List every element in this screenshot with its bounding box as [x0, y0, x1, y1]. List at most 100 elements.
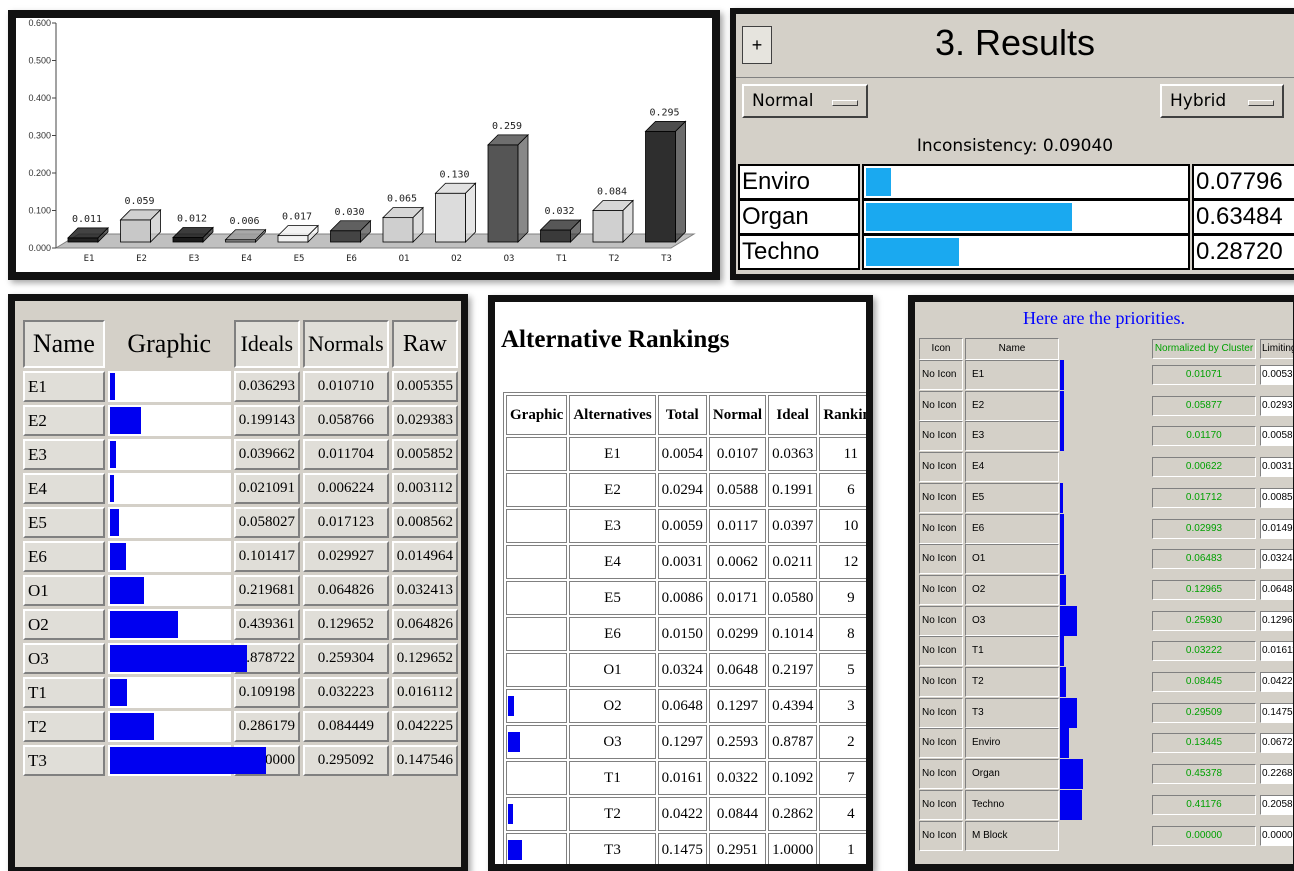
bar-front [487, 144, 519, 243]
row-name: E2 [23, 405, 105, 436]
row-ideal: 0.036293 [233, 371, 300, 402]
row-name: E3 [23, 439, 105, 470]
row-graphic-bar [1060, 789, 1082, 820]
result-bar-track [862, 164, 1190, 200]
alternative-rankings-panel: Alternative Rankings Graphic Alternative… [488, 295, 873, 871]
row-ideal: 0.286179 [233, 711, 300, 742]
row-limiting: 0.016112 [1260, 641, 1293, 662]
table-row[interactable]: T1 0.109198 0.032223 0.016112 [23, 677, 458, 708]
result-value: 0.07796 [1192, 164, 1294, 200]
table-row[interactable]: E3 0.039662 0.011704 0.005852 [23, 439, 458, 470]
row-graphic-bar [109, 475, 114, 502]
row-normal: 0.029927 [302, 541, 389, 572]
row-normal: 0.0322 [708, 761, 767, 795]
table-row: O1 0.0324 0.0648 0.2197 5 [506, 653, 866, 687]
bar-side [517, 133, 529, 243]
row-graphic-bar [1060, 574, 1066, 605]
row-ideal: 0.0211 [768, 545, 818, 579]
row-name: O3 [965, 605, 1059, 636]
x-tick-label: E3 [189, 254, 200, 264]
table-row[interactable]: E6 0.101417 0.029927 0.014964 [23, 541, 458, 572]
col-header-normalized[interactable]: Normalized by Cluster [1152, 339, 1256, 359]
col-header-ideal: Ideal [768, 395, 818, 435]
row-normal: 0.0648 [708, 653, 767, 687]
row-raw: 0.003112 [391, 473, 458, 504]
alternative-rankings-title: Alternative Rankings [501, 326, 730, 353]
row-total: 0.0054 [657, 437, 707, 471]
row-name: Techno [965, 789, 1059, 820]
bar-chart: 0.000 0.100 0.200 0.300 0.400 0.500 0.600 0.011… [28, 18, 696, 264]
row-limiting: 0.005355 [1260, 365, 1293, 385]
row-ideal: 0.439361 [233, 609, 300, 640]
row-normal: 0.058766 [302, 405, 389, 436]
row-graphic-bar [1060, 759, 1083, 790]
table-row[interactable]: E5 0.058027 0.017123 0.008562 [23, 507, 458, 538]
table-row[interactable]: E1 0.036293 0.010710 0.005355 [23, 371, 458, 402]
col-header-icon[interactable]: Icon [919, 338, 963, 360]
col-header-graphic[interactable]: Graphic [107, 320, 231, 368]
result-bar-fill [866, 238, 960, 266]
col-header-raw[interactable]: Raw [391, 320, 458, 368]
hybrid-dropdown[interactable]: Hybrid [1160, 84, 1284, 118]
row-ideal: 0.0363 [768, 437, 818, 471]
row-ideal: 0.109198 [233, 677, 300, 708]
table-row: E1 0.0054 0.0107 0.0363 11 [506, 437, 866, 471]
row-icon: No Icon [919, 421, 963, 452]
row-normalized: 0.00622 [1152, 457, 1256, 478]
row-total: 0.0324 [657, 653, 707, 687]
row-normal: 0.010710 [302, 371, 389, 402]
table-row[interactable]: E4 0.021091 0.006224 0.003112 [23, 473, 458, 504]
row-graphic [506, 725, 568, 759]
row-graphic-bar [109, 509, 119, 536]
row-graphic-bar [1060, 667, 1066, 697]
bar-front [435, 192, 466, 243]
row-name: E1 [23, 371, 105, 402]
row-icon: No Icon [919, 574, 963, 605]
col-header-name[interactable]: Name [23, 320, 105, 368]
row-ideal: 0.219681 [233, 575, 300, 606]
row-graphic [506, 581, 568, 615]
table-row: O2 0.0648 0.1297 0.4394 3 [506, 689, 866, 723]
row-ranking: 1 [819, 833, 866, 864]
row-icon: No Icon [919, 544, 963, 575]
row-graphic [107, 609, 231, 640]
row-graphic-bar [1060, 421, 1064, 452]
table-row: E5 0.0086 0.0171 0.0580 9 [506, 581, 866, 615]
row-icon: No Icon [919, 390, 963, 421]
row-icon: No Icon [919, 759, 963, 790]
table-row[interactable]: O3 0.878722 0.259304 0.129652 [23, 643, 458, 674]
row-normal: 0.0117 [708, 509, 767, 543]
col-header-ideals[interactable]: Ideals [233, 320, 300, 368]
row-total: 0.1475 [657, 833, 707, 864]
row-raw: 0.042225 [391, 711, 458, 742]
x-tick-label: O2 [451, 254, 462, 264]
table-row[interactable]: T3 1.000000 0.295092 0.147546 [23, 745, 458, 776]
row-graphic [506, 833, 568, 864]
row-alternative: T1 [569, 761, 656, 795]
row-normal: 0.017123 [302, 507, 389, 538]
row-name: O2 [23, 609, 105, 640]
row-name: E2 [965, 390, 1059, 421]
row-raw: 0.016112 [391, 677, 458, 708]
bar-value-label: 0.017 [282, 212, 312, 223]
table-row[interactable]: O2 0.439361 0.129652 0.064826 [23, 609, 458, 640]
table-row[interactable]: O1 0.219681 0.064826 0.032413 [23, 575, 458, 606]
row-raw: 0.129652 [391, 643, 458, 674]
row-name: T3 [23, 745, 105, 776]
normal-dropdown[interactable]: Normal [742, 84, 868, 118]
row-name: E4 [23, 473, 105, 504]
col-header-normals[interactable]: Normals [302, 320, 389, 368]
result-value: 0.28720 [1192, 234, 1294, 270]
row-graphic-bar [1060, 482, 1063, 513]
row-icon: No Icon [919, 513, 963, 544]
row-graphic [107, 473, 231, 504]
col-header-limiting[interactable]: Limiting [1260, 339, 1293, 359]
result-bar-fill [866, 203, 1072, 231]
table-row[interactable]: E2 0.199143 0.058766 0.029383 [23, 405, 458, 436]
ideals-table-panel: Name Graphic Ideals Normals Raw E1 0.0362… [8, 294, 468, 871]
table-row[interactable]: T2 0.286179 0.084449 0.042225 [23, 711, 458, 742]
row-icon: No Icon [919, 360, 963, 390]
result-name: Organ [738, 199, 860, 235]
col-header-name[interactable]: Name [965, 338, 1059, 360]
x-tick-label: T3 [661, 254, 672, 264]
